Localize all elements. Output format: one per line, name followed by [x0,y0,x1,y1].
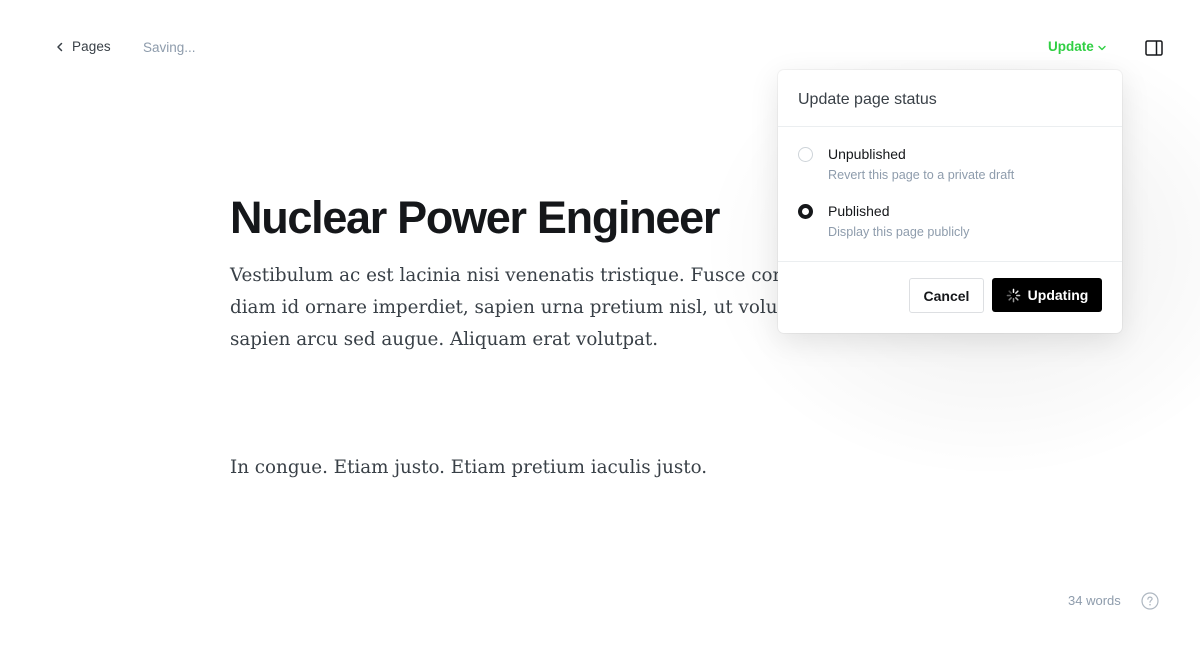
option-description: Revert this page to a private draft [828,168,1015,182]
back-to-pages-link[interactable]: Pages [54,39,111,54]
radio-published[interactable] [798,204,813,219]
update-status-popover: Update page status Unpublished Revert th… [778,70,1122,333]
save-status: Saving... [143,40,196,55]
option-description: Display this page publicly [828,225,970,239]
option-label: Published [828,203,890,219]
chevron-left-icon [57,42,63,51]
cancel-button[interactable]: Cancel [909,278,984,313]
radio-unpublished[interactable] [798,147,813,162]
option-unpublished[interactable]: Unpublished Revert this page to a privat… [798,146,1102,190]
divider [778,261,1122,262]
update-label: Update [1048,39,1094,54]
back-label: Pages [72,39,111,54]
updating-button[interactable]: Updating [992,278,1102,312]
chevron-down-icon [1098,45,1106,50]
update-dropdown-button[interactable]: Update [1048,39,1107,54]
spinner-icon [1006,288,1021,302]
updating-label: Updating [1027,287,1089,303]
divider [778,126,1122,127]
word-count: 34 words [1068,593,1121,608]
popover-title: Update page status [798,91,937,108]
post-paragraph[interactable]: In congue. Etiam justo. Etiam pretium ia… [230,452,930,484]
post-paragraph[interactable]: Vestibulum ac est lacinia nisi venenatis… [230,260,830,356]
help-icon[interactable] [1141,592,1159,610]
sidebar-toggle-icon[interactable] [1144,39,1164,57]
option-published[interactable]: Published Display this page publicly [798,203,1102,247]
option-label: Unpublished [828,146,906,162]
